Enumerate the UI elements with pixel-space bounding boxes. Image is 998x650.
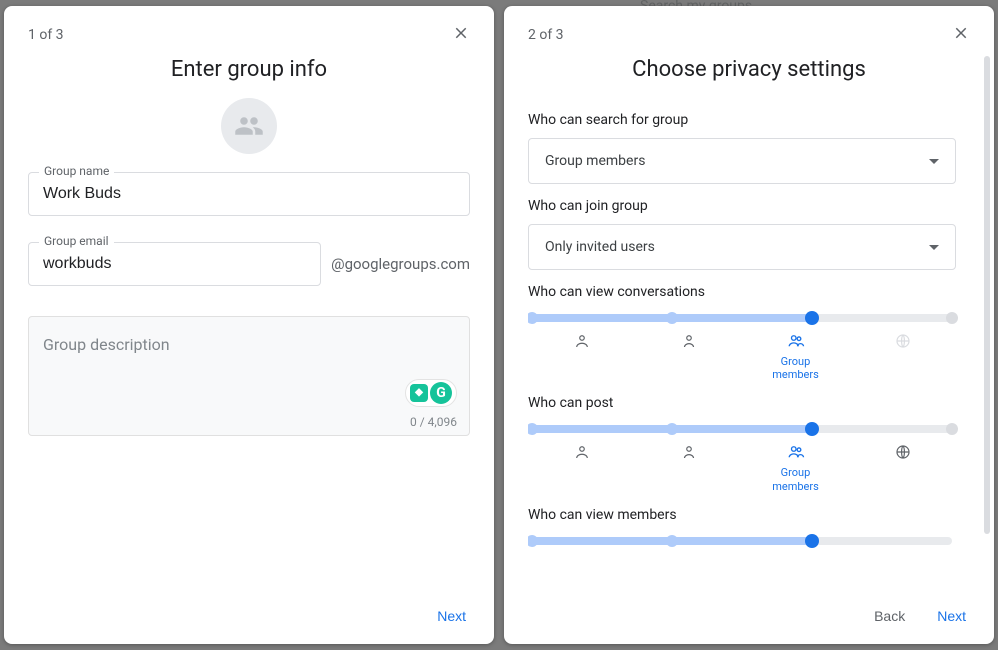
- modal-title: Choose privacy settings: [528, 57, 970, 82]
- public-icon: [894, 332, 912, 353]
- group-description-placeholder: Group description: [43, 335, 170, 354]
- group-name-field[interactable]: Group name: [28, 172, 470, 216]
- stop-label-group-members: Groupmembers: [772, 466, 819, 492]
- modal-title: Enter group info: [28, 57, 470, 82]
- select-value: Group members: [545, 153, 645, 169]
- caret-down-icon: [929, 245, 939, 250]
- group-email-input[interactable]: [43, 255, 306, 273]
- select-value: Only invited users: [545, 239, 655, 255]
- who-can-view-members-label: Who can view members: [528, 507, 956, 523]
- who-can-post-label: Who can post: [528, 395, 956, 411]
- view-conversations-stops: Groupmembers: [528, 332, 956, 381]
- group-name-label: Group name: [39, 164, 114, 178]
- step-indicator: 1 of 3: [28, 27, 64, 43]
- grammarly-badge[interactable]: G: [405, 379, 457, 407]
- next-button[interactable]: Next: [933, 600, 970, 632]
- who-can-join-select[interactable]: Only invited users: [528, 224, 956, 270]
- grammarly-logo-icon: G: [430, 382, 452, 404]
- close-icon[interactable]: [952, 24, 970, 45]
- who-can-view-conversations-label: Who can view conversations: [528, 284, 956, 300]
- who-can-post-slider[interactable]: [532, 421, 952, 437]
- group-members-icon: [786, 443, 806, 464]
- who-can-join-label: Who can join group: [528, 198, 956, 214]
- stop-label-group-members: Groupmembers: [772, 355, 819, 381]
- view-members-slider[interactable]: [532, 533, 952, 549]
- who-can-search-select[interactable]: Group members: [528, 138, 956, 184]
- group-info-modal: 1 of 3 Enter group info Group name Group…: [4, 6, 494, 644]
- back-button[interactable]: Back: [870, 600, 909, 632]
- group-name-input[interactable]: [43, 185, 455, 203]
- next-button[interactable]: Next: [433, 600, 470, 632]
- owner-icon: [573, 332, 591, 353]
- who-can-search-label: Who can search for group: [528, 112, 956, 128]
- owner-icon: [573, 443, 591, 464]
- group-members-icon: [786, 332, 806, 353]
- group-description-field[interactable]: Group description G 0 / 4,096: [28, 316, 470, 436]
- manager-icon: [680, 443, 698, 464]
- privacy-settings-modal: 2 of 3 Choose privacy settings Who can s…: [504, 6, 994, 644]
- group-email-label: Group email: [39, 234, 114, 248]
- description-char-counter: 0 / 4,096: [410, 415, 457, 429]
- step-indicator: 2 of 3: [528, 27, 564, 43]
- public-icon: [894, 443, 912, 464]
- view-conversations-slider[interactable]: [532, 310, 952, 326]
- scrollbar[interactable]: [984, 56, 990, 534]
- grammarly-tone-icon: [410, 384, 428, 402]
- group-email-field[interactable]: Group email: [28, 242, 321, 286]
- caret-down-icon: [929, 159, 939, 164]
- close-icon[interactable]: [452, 24, 470, 45]
- who-can-post-stops: Groupmembers: [528, 443, 956, 492]
- manager-icon: [680, 332, 698, 353]
- group-avatar-placeholder: [221, 98, 277, 154]
- email-domain-suffix: @googlegroups.com: [331, 255, 470, 273]
- people-icon: [234, 111, 264, 141]
